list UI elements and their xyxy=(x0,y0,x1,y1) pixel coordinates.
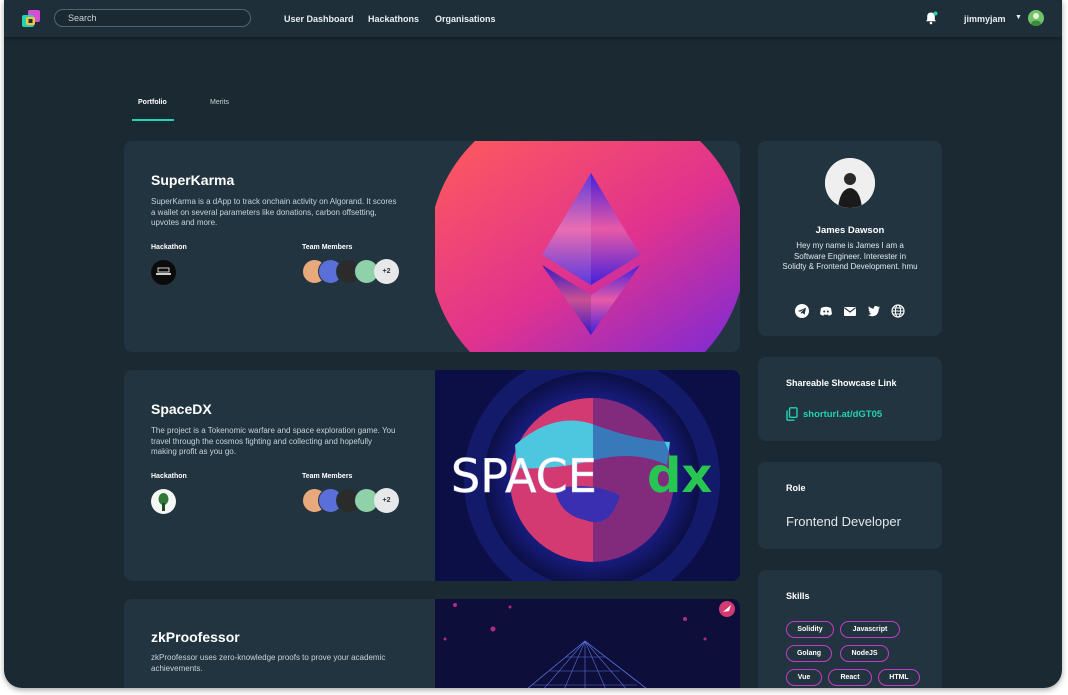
project-card-spacedx[interactable]: SpaceDX The project is a Tokenomic warfa… xyxy=(124,370,740,581)
search-input[interactable]: Search xyxy=(54,9,251,27)
more-members-badge[interactable]: +2 xyxy=(374,488,399,513)
profile-card: James Dawson Hey my name is James I am a… xyxy=(758,141,942,336)
skill-chip[interactable]: HTML xyxy=(878,669,920,686)
username-label[interactable]: jimmyjam xyxy=(964,14,1006,24)
profile-name: James Dawson xyxy=(815,225,885,236)
project-description: SuperKarma is a dApp to track onchain ac… xyxy=(151,197,397,227)
notification-bell-icon[interactable] xyxy=(924,11,938,25)
nav-hackathons[interactable]: Hackathons xyxy=(368,14,419,24)
mail-icon[interactable] xyxy=(843,304,857,318)
hackathon-logo[interactable] xyxy=(151,489,176,514)
hackathon-label: Hackathon xyxy=(151,244,187,251)
project-card-superkarma[interactable]: SuperKarma SuperKarma is a dApp to track… xyxy=(124,141,740,352)
showcase-heading: Shareable Showcase Link xyxy=(786,378,897,388)
social-links xyxy=(795,304,907,318)
twitter-icon[interactable] xyxy=(867,304,881,318)
showcase-link-card: Shareable Showcase Link shorturl.at/dGT0… xyxy=(758,357,942,441)
skill-chip[interactable]: Vue xyxy=(786,669,822,686)
nav-user-dashboard[interactable]: User Dashboard xyxy=(284,14,354,24)
hackathon-logo[interactable] xyxy=(151,260,176,285)
role-heading: Role xyxy=(786,483,806,493)
spacedx-art-title: SPACE xyxy=(451,449,597,503)
nav-organisations[interactable]: Organisations xyxy=(435,14,496,24)
project-title: SuperKarma xyxy=(151,172,235,188)
user-avatar[interactable] xyxy=(1028,10,1044,26)
project-card-zkproofessor[interactable]: zkProofessor zkProofessor uses zero-know… xyxy=(124,599,740,688)
copy-icon[interactable] xyxy=(786,407,798,421)
role-value: Frontend Developer xyxy=(786,514,901,529)
team-members-label: Team Members xyxy=(302,244,353,251)
spacedx-planet-art: SPACE dx xyxy=(435,370,740,581)
tab-portfolio[interactable]: Portfolio xyxy=(138,99,167,106)
skill-chip[interactable]: Javascript xyxy=(840,621,900,638)
project-description: The project is a Tokenomic warfare and s… xyxy=(151,426,396,456)
profile-bio: Hey my name is James I am a Software Eng… xyxy=(782,241,918,271)
skill-chip[interactable]: React xyxy=(828,669,872,686)
zkproofessor-grid-art xyxy=(435,599,740,688)
project-title: zkProofessor xyxy=(151,629,240,645)
skill-chip[interactable]: Solidity xyxy=(786,621,834,638)
app-window: Search User Dashboard Hackathons Organis… xyxy=(4,0,1062,688)
project-title: SpaceDX xyxy=(151,401,212,417)
team-members-label: Team Members xyxy=(302,473,353,480)
tab-merits[interactable]: Merits xyxy=(210,99,229,106)
showcase-link[interactable]: shorturl.at/dGT05 xyxy=(803,409,882,420)
role-card: Role Frontend Developer xyxy=(758,462,942,549)
profile-avatar[interactable] xyxy=(825,158,875,208)
app-logo-icon[interactable] xyxy=(22,10,40,28)
skills-heading: Skills xyxy=(786,591,810,601)
discord-icon[interactable] xyxy=(819,304,833,318)
active-tab-indicator xyxy=(132,119,174,121)
spacedx-art-dx: dx xyxy=(647,448,712,504)
skill-chip[interactable]: NodeJS xyxy=(840,645,889,662)
top-navbar: Search User Dashboard Hackathons Organis… xyxy=(4,0,1062,37)
more-members-badge[interactable]: +2 xyxy=(374,259,399,284)
telegram-icon[interactable] xyxy=(795,304,809,318)
skills-card: Skills Solidity Javascript Golang NodeJS… xyxy=(758,570,942,688)
chevron-down-icon[interactable]: ▼ xyxy=(1015,14,1022,21)
skill-chip[interactable]: Golang xyxy=(786,645,832,662)
superkarma-ethereum-art xyxy=(435,141,740,352)
project-description: zkProofessor uses zero-knowledge proofs … xyxy=(151,653,386,673)
hackathon-label: Hackathon xyxy=(151,473,187,480)
globe-icon[interactable] xyxy=(891,304,905,318)
